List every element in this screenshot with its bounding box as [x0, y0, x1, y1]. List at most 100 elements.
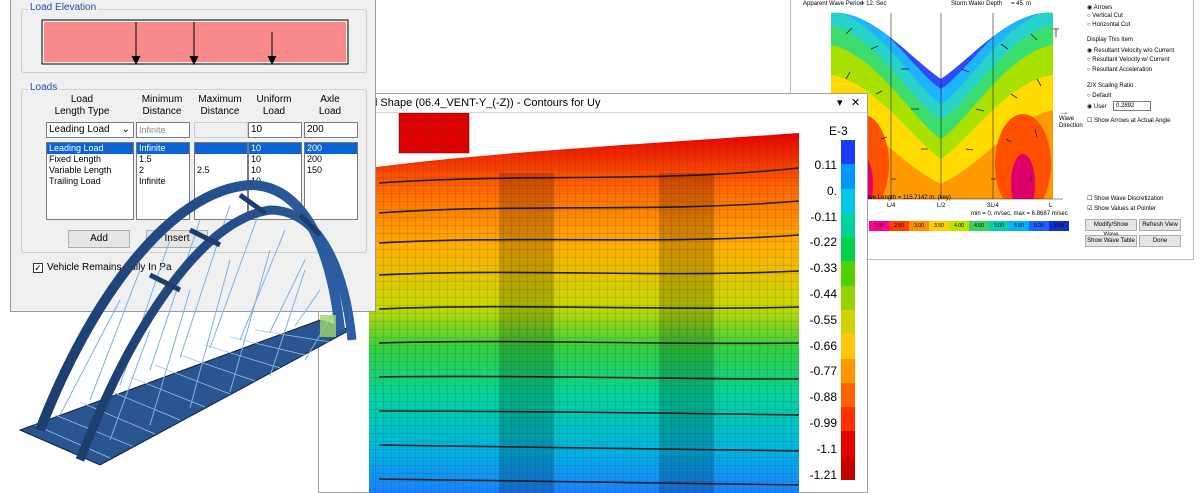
option-default[interactable]: ○ Default — [1087, 93, 1111, 99]
min-distance-input[interactable]: Infinite — [136, 122, 190, 138]
legend-value: 0. — [826, 183, 837, 198]
wave-scale-cell: 6.00 — [1029, 221, 1049, 231]
wave-scale-cell: 3.00 — [909, 221, 929, 231]
uniform-load-input[interactable]: 10 — [248, 122, 302, 138]
header-min-distance: Minimum Distance — [141, 94, 183, 117]
list-item[interactable]: 1.5 — [137, 154, 189, 165]
wave-scale-cell: 5.50 — [1009, 221, 1029, 231]
header-axle-load: Axle Load — [318, 94, 342, 117]
list-item[interactable] — [195, 154, 247, 165]
chevron-down-icon: ⌄ — [121, 124, 130, 135]
wave-color-scale: 2.00 2.50 3.00 3.50 4.00 4.50 5.00 5.50 6.00 6.50 — [869, 221, 1069, 231]
done-button[interactable]: Done — [1139, 235, 1181, 247]
window-menu-icon[interactable]: ▾ — [837, 96, 843, 109]
show-disc-check[interactable]: ☐ Show Wave Discretization — [1087, 195, 1164, 202]
show-arrows-check[interactable]: ☐ Show Arrows at Actual Angle — [1087, 117, 1170, 124]
legend-value: -0.33 — [809, 261, 837, 276]
header-uniform-load: Uniform Load — [256, 94, 292, 117]
contour-title-bar: ned Shape (06.4_VENT-Y_(-Z)) - Contours … — [319, 94, 867, 113]
legend-swatch — [841, 261, 855, 286]
arch-bridge-model — [18, 180, 357, 466]
list-item[interactable]: Infinite — [137, 143, 189, 154]
load-elevation-title: Load Elevation — [28, 2, 99, 13]
list-item[interactable]: 2.5 — [195, 165, 247, 176]
wave-scale-cell: 4.00 — [949, 221, 969, 231]
legend-swatch — [841, 237, 855, 262]
legend-swatch — [841, 382, 855, 408]
contour-legend-bar — [841, 140, 855, 480]
show-values-check[interactable]: ☑ Show Values at Pointer — [1087, 205, 1156, 212]
option-horizontal-cut[interactable]: ○ Horizontal Cut — [1087, 22, 1130, 28]
legend-swatch — [841, 164, 855, 189]
list-item[interactable]: 10 — [249, 143, 301, 154]
legend-value: -0.66 — [809, 338, 837, 353]
wave-scale-cell: 6.50 — [1049, 221, 1069, 231]
loads-title: Loads — [28, 82, 60, 93]
legend-value: -0.99 — [809, 416, 837, 430]
axis-label-l: L — [1049, 203, 1053, 209]
close-icon[interactable]: ✕ — [851, 96, 860, 109]
list-item[interactable]: 150 — [305, 165, 357, 176]
axis-label-3l4: 3L/4 — [987, 203, 999, 209]
option-res-w[interactable]: ○ Resultant Velocity w/ Current — [1087, 57, 1169, 63]
legend-exponent: E-3 — [829, 124, 848, 138]
wave-options-panel: ◉ Arrows ○ Vertical Cut ○ Horizontal Cut… — [1083, 0, 1195, 261]
modify-wave-button[interactable]: Modify/Show Wave — [1085, 219, 1137, 238]
legend-swatch — [841, 431, 855, 456]
legend-swatch — [841, 285, 855, 310]
load-elevation-diagram — [41, 19, 349, 66]
legend-value: 0.11 — [814, 158, 837, 172]
option-user[interactable]: ◉ User — [1087, 103, 1107, 110]
minmax-text: min = 0. m/sec, max = 6.8687 m/sec — [971, 211, 1068, 217]
list-item[interactable]: 200 — [305, 143, 357, 154]
zx-group-title: Z/X Scaling Ratio — [1087, 83, 1134, 89]
axis-label-l2: L/2 — [937, 203, 946, 209]
wave-scale-cell: 2.50 — [889, 221, 909, 231]
option-arrows[interactable]: ◉ Arrows — [1087, 4, 1112, 11]
building-contour-model — [369, 113, 800, 493]
list-item[interactable]: 10 — [249, 165, 301, 176]
option-vertical-cut[interactable]: ○ Vertical Cut — [1087, 13, 1123, 19]
legend-swatch — [841, 309, 855, 335]
legend-value: -0.11 — [810, 209, 837, 224]
contour-window-title: ned Shape (06.4_VENT-Y_(-Z)) - Contours … — [359, 97, 601, 109]
contour-legend-labels: 0.11 0. -0.11 -0.22 -0.33 -0.44 -0.55 -0.66 -0.7… — [789, 140, 839, 482]
load-type-dropdown[interactable]: Leading Load ⌄ — [46, 122, 134, 138]
legend-swatch — [841, 140, 855, 165]
list-item[interactable]: Leading Load — [47, 143, 133, 154]
contour-window: ned Shape (06.4_VENT-Y_(-Z)) - Contours … — [318, 93, 868, 493]
display-item-group-title: Display This Item — [1087, 37, 1133, 43]
legend-value: -0.88 — [809, 390, 837, 405]
legend-swatch — [841, 358, 855, 383]
wave-scale-cell: 3.50 — [929, 221, 949, 231]
list-item[interactable]: 200 — [305, 154, 357, 165]
wave-scale-cell: 5.00 — [989, 221, 1009, 231]
legend-swatch — [841, 407, 855, 432]
wave-scale-cell: 4.50 — [969, 221, 989, 231]
legend-value: -0.77 — [809, 364, 837, 379]
refresh-view-button[interactable]: Refresh View — [1139, 219, 1181, 231]
legend-value: -0.44 — [809, 287, 837, 301]
legend-value: -0.55 — [809, 312, 837, 327]
option-res-wo[interactable]: ◉ Resultant Velocity w/o Current — [1087, 47, 1174, 54]
list-item[interactable]: 2 — [137, 165, 189, 176]
axle-load-input[interactable]: 200 — [304, 122, 358, 138]
wave-table-button[interactable]: Show Wave Table — [1085, 235, 1137, 247]
legend-value: -1.1 — [816, 441, 837, 456]
option-res-acc[interactable]: ○ Resultant Acceleration — [1087, 67, 1152, 73]
wave-scale-cell: 2.00 — [869, 221, 889, 231]
legend-swatch — [841, 455, 855, 480]
legend-swatch — [841, 212, 855, 238]
list-item[interactable]: Variable Length — [47, 165, 133, 176]
legend-value: -1.21 — [809, 467, 837, 482]
wave-length-text: Wave Length = 115.7142 m. (key) — [861, 195, 951, 201]
axis-label-l4: L/4 — [887, 203, 896, 209]
legend-swatch — [841, 188, 855, 213]
list-item[interactable] — [195, 143, 247, 154]
header-max-distance: Maximum Distance — [198, 94, 242, 117]
list-item[interactable]: 10 — [249, 154, 301, 165]
list-item[interactable]: Fixed Length — [47, 154, 133, 165]
user-scale-input[interactable]: 0.2892 — [1113, 101, 1151, 111]
legend-swatch — [841, 334, 855, 359]
max-distance-input[interactable] — [194, 122, 248, 138]
